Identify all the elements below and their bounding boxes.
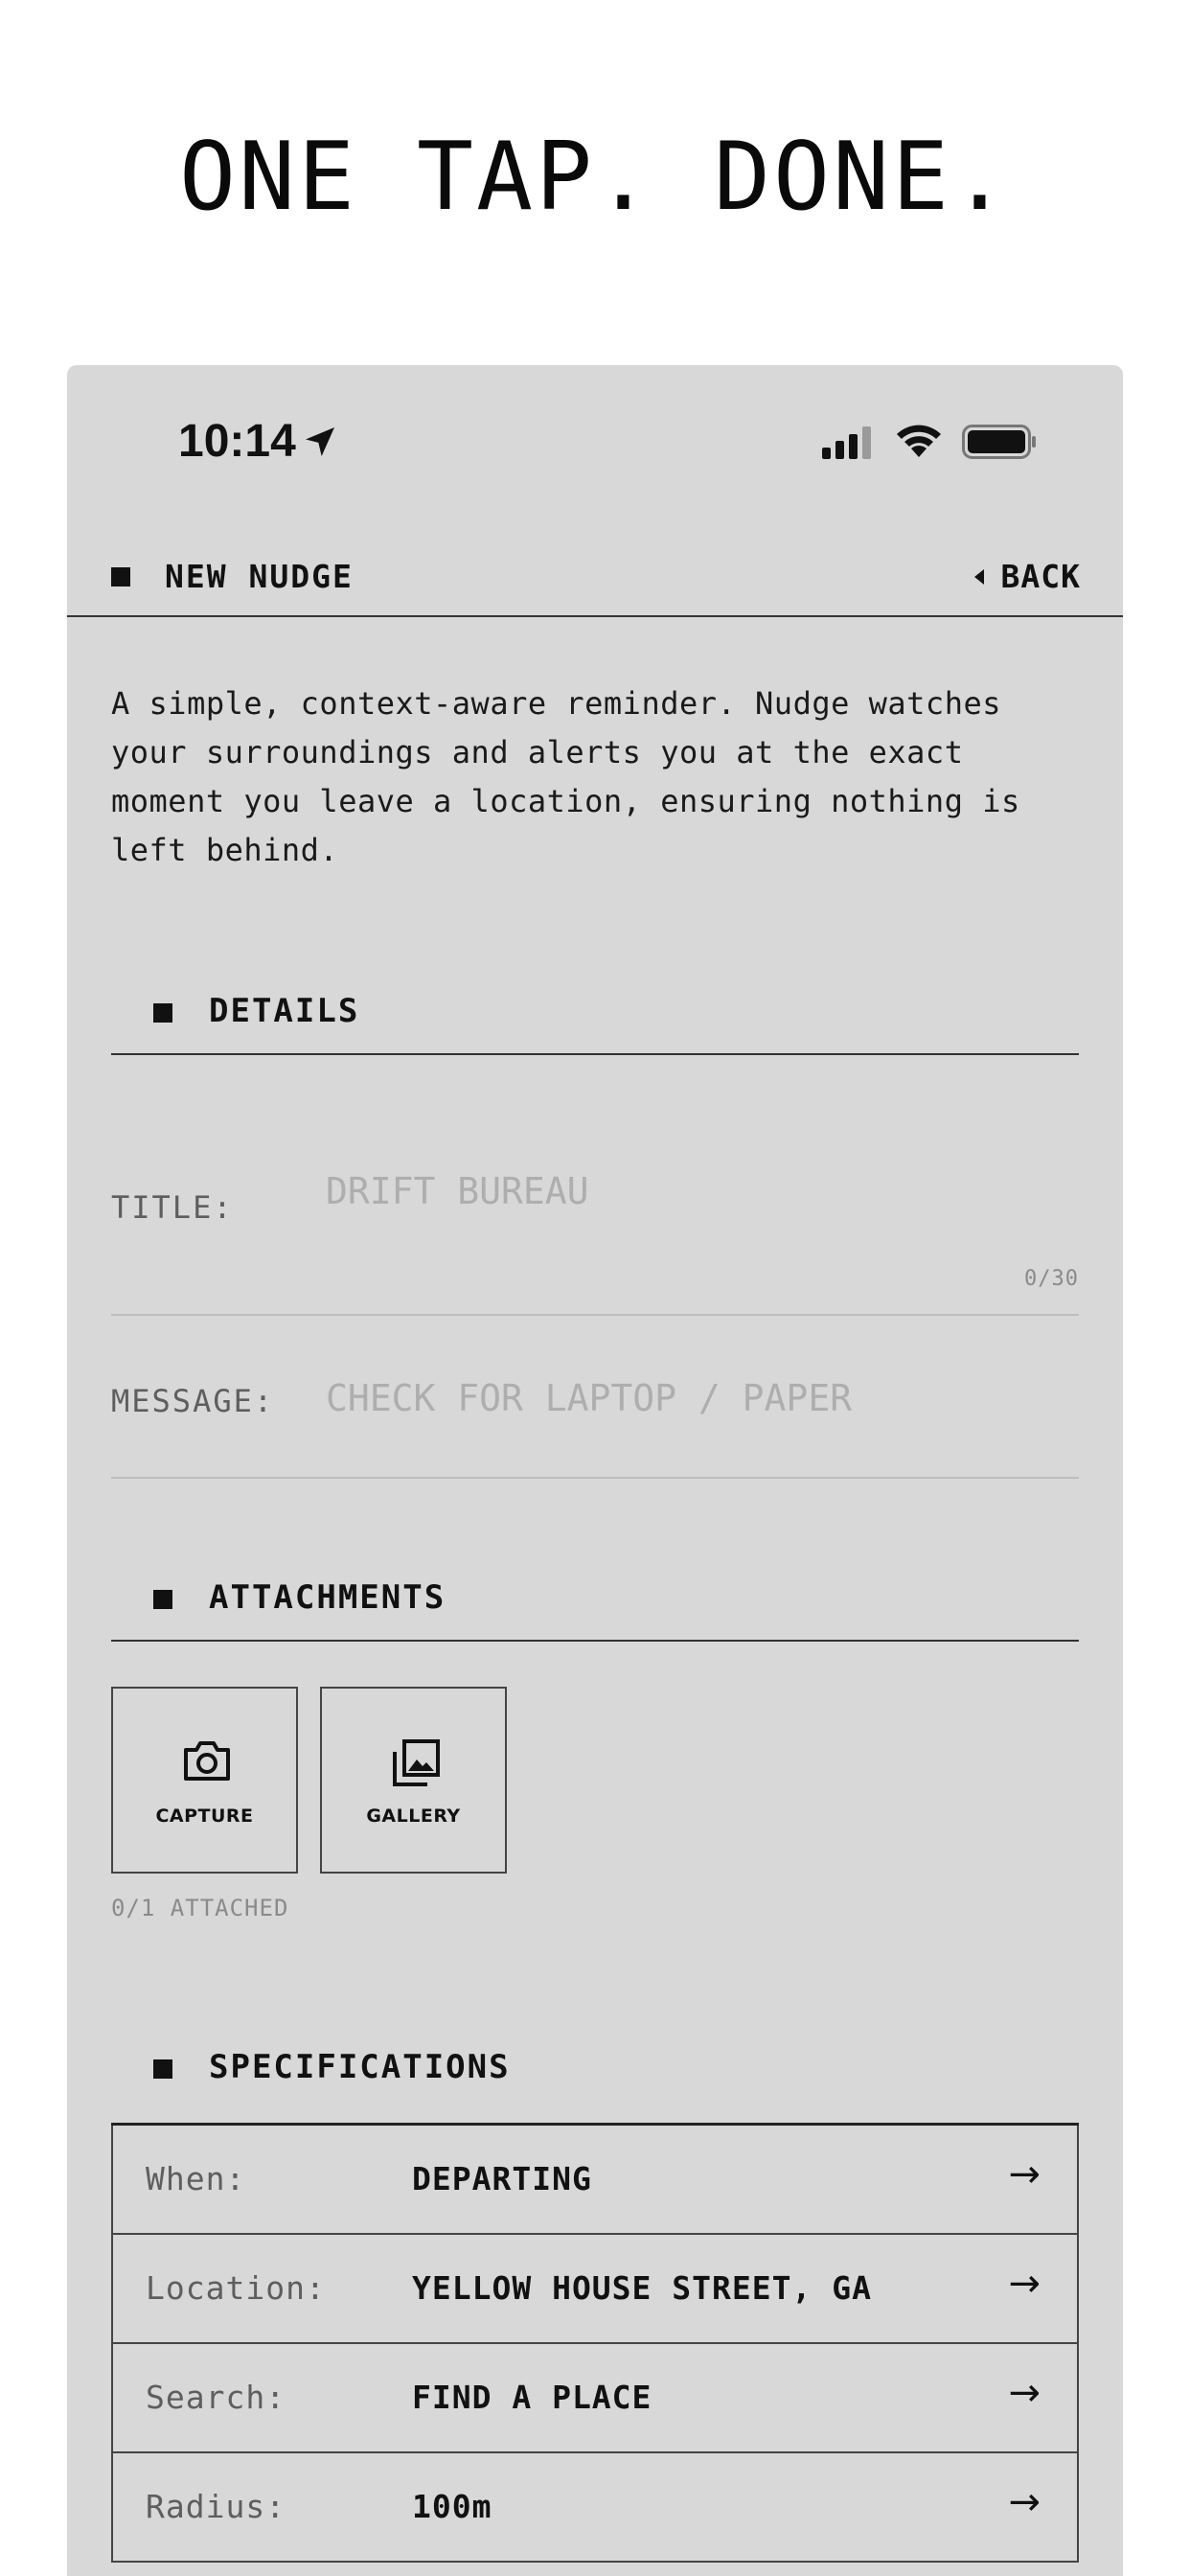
specifications-table: When: DEPARTING → Location: YELLOW HOUSE…: [111, 2123, 1079, 2563]
status-bar: 10:14: [67, 365, 1123, 518]
title-label: TITLE:: [111, 1189, 234, 1226]
spec-label: When:: [146, 2160, 246, 2197]
attached-count: 0/1 ATTACHED: [111, 1895, 289, 1921]
spec-row-location[interactable]: Location: YELLOW HOUSE STREET, GA →: [111, 2235, 1079, 2344]
spec-value: DEPARTING: [412, 2160, 592, 2197]
square-bullet-icon: [153, 1003, 172, 1023]
details-heading: DETAILS: [209, 992, 360, 1030]
gallery-button[interactable]: GALLERY: [320, 1687, 507, 1874]
back-label: BACK: [1000, 558, 1081, 595]
spec-label: Radius:: [146, 2488, 286, 2525]
caret-left-icon: [973, 568, 984, 585]
spec-value: FIND A PLACE: [412, 2379, 652, 2416]
square-bullet-icon: [153, 1590, 172, 1609]
wifi-icon: [895, 423, 943, 463]
arrow-right-icon: →: [1008, 2371, 1041, 2415]
page-headline: ONE TAP. DONE.: [178, 123, 1011, 232]
intro-text: A simple, context-aware reminder. Nudge …: [111, 685, 1020, 868]
location-arrow-icon: [301, 423, 339, 465]
title-input[interactable]: [326, 1170, 1073, 1212]
specifications-section-header: SPECIFICATIONS: [111, 2042, 1079, 2109]
gallery-label: GALLERY: [366, 1806, 461, 1827]
nav-bar: NEW NUDGE BACK: [67, 552, 1123, 617]
back-button[interactable]: BACK: [973, 558, 1081, 595]
capture-button[interactable]: CAPTURE: [111, 1687, 298, 1874]
spec-row-radius[interactable]: Radius: 100m →: [111, 2453, 1079, 2563]
attachments-heading: ATTACHMENTS: [209, 1578, 446, 1617]
arrow-right-icon: →: [1008, 2152, 1041, 2196]
capture-label: CAPTURE: [155, 1806, 254, 1827]
specifications-heading: SPECIFICATIONS: [209, 2048, 511, 2086]
message-label: MESSAGE:: [111, 1383, 275, 1419]
details-section-header: DETAILS: [111, 986, 1079, 1055]
message-input[interactable]: [326, 1377, 1073, 1419]
cellular-signal-icon: [822, 426, 874, 463]
title-counter: 0/30: [1024, 1267, 1079, 1291]
spec-label: Search:: [146, 2379, 286, 2416]
arrow-right-icon: →: [1008, 2480, 1041, 2524]
battery-icon: [962, 425, 1039, 463]
square-bullet-icon: [153, 2059, 172, 2079]
message-field: MESSAGE:: [111, 1314, 1079, 1479]
gallery-icon: [391, 1738, 441, 1792]
camera-icon: [182, 1738, 232, 1786]
spec-row-when[interactable]: When: DEPARTING →: [111, 2126, 1079, 2235]
spec-label: Location:: [146, 2269, 326, 2307]
phone-screen: 10:14 NEW NUDGE BACK A simple, context-a…: [67, 365, 1123, 2576]
attachments-section-header: ATTACHMENTS: [111, 1573, 1079, 1642]
title-field: TITLE: 0/30: [111, 1132, 1079, 1316]
nav-title: NEW NUDGE: [165, 558, 354, 595]
spec-row-search[interactable]: Search: FIND A PLACE →: [111, 2344, 1079, 2453]
status-time: 10:14: [178, 416, 296, 467]
square-bullet-icon: [111, 567, 130, 586]
spec-value: YELLOW HOUSE STREET, GA: [412, 2269, 872, 2307]
spec-value: 100m: [412, 2488, 492, 2525]
arrow-right-icon: →: [1008, 2262, 1041, 2306]
